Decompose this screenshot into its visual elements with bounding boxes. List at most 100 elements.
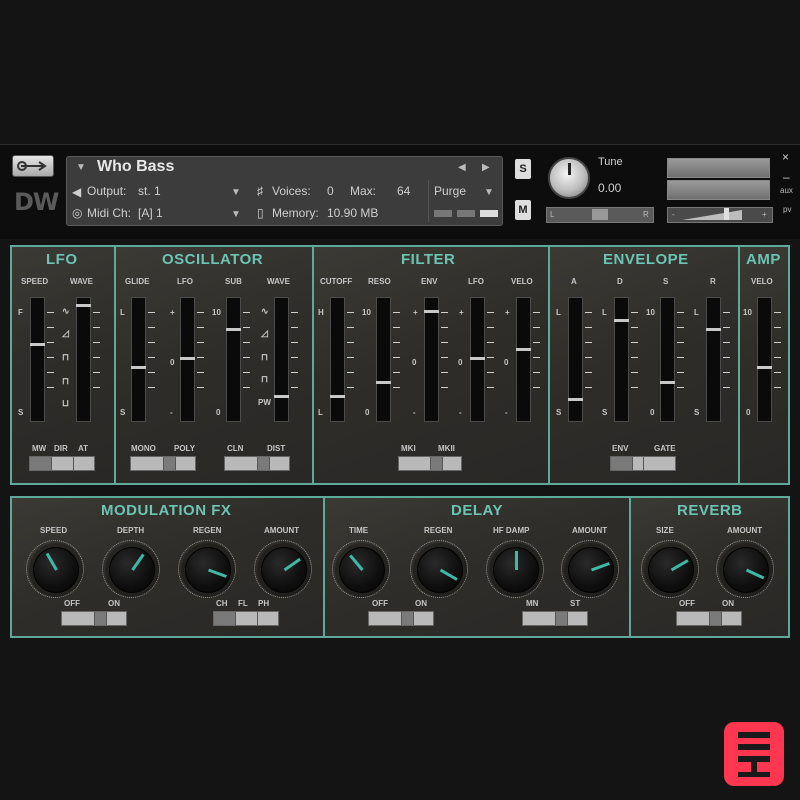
tick-marks [93, 312, 100, 402]
knob-indicator [515, 551, 518, 570]
reverb-amount-knob[interactable] [723, 547, 769, 593]
osc-lfo-mid: 0 [170, 358, 175, 367]
lfo-wave-slider[interactable] [76, 297, 91, 422]
mod-regen-knob[interactable] [185, 547, 231, 593]
pan-handle[interactable] [592, 209, 608, 220]
slider-handle[interactable] [76, 304, 91, 307]
delay-hfdamp-knob[interactable] [493, 547, 539, 593]
slider-handle[interactable] [706, 328, 721, 331]
slider-handle[interactable] [757, 366, 772, 369]
purge-dropdown-icon[interactable]: ▼ [484, 187, 494, 198]
mod-amount-knob[interactable] [261, 547, 307, 593]
mki-label: MKI [401, 444, 416, 453]
slider-handle[interactable] [131, 366, 146, 369]
tick-marks [197, 312, 204, 402]
pan-slider[interactable]: L R [546, 207, 654, 223]
mod-fx-on-off-switch[interactable] [61, 611, 127, 626]
reverb-size-knob[interactable] [648, 547, 694, 593]
wrench-icon[interactable] [12, 155, 54, 177]
mono-label: MONO [131, 444, 156, 453]
tune-knob[interactable] [548, 157, 590, 199]
wave-square-icon: ⊓ [62, 352, 70, 362]
slider-handle[interactable] [516, 348, 531, 351]
decay-bottom: S [602, 408, 608, 417]
env-r-label: R [710, 277, 716, 286]
filter-reso-slider[interactable] [376, 297, 391, 422]
wave-sine-icon: ∿ [62, 306, 70, 316]
volume-handle[interactable] [724, 208, 729, 220]
tick-marks [585, 312, 592, 402]
flt-lfo-mid: 0 [458, 358, 463, 367]
mod-type-switch[interactable] [213, 611, 279, 626]
lfo-speed-slider[interactable] [30, 297, 45, 422]
oscillator-title: OSCILLATOR [162, 251, 264, 268]
flt-velo-mid: 0 [504, 358, 509, 367]
minimize-icon[interactable]: – [783, 170, 790, 184]
voices-icon: ♯ [257, 184, 263, 198]
slider-handle[interactable] [330, 395, 345, 398]
osc-sub-slider[interactable] [226, 297, 241, 422]
env-release-slider[interactable] [706, 297, 721, 422]
slider-handle[interactable] [226, 328, 241, 331]
output-value[interactable]: st. 1 [138, 184, 161, 198]
close-icon[interactable]: × [782, 150, 789, 164]
env-gate-switch[interactable] [610, 456, 676, 471]
filter-lfo-slider[interactable] [470, 297, 485, 422]
delay-on-off-switch[interactable] [368, 611, 434, 626]
env-attack-slider[interactable] [568, 297, 583, 422]
filter-env-slider[interactable] [424, 297, 439, 422]
midi-dropdown-icon[interactable]: ▼ [231, 209, 241, 220]
filter-type-switch[interactable] [398, 456, 462, 471]
env-decay-slider[interactable] [614, 297, 629, 422]
lfo-mod-switch[interactable] [29, 456, 95, 471]
prev-arrow-icon[interactable]: ◀ [458, 162, 466, 173]
slider-handle[interactable] [376, 381, 391, 384]
slider-handle[interactable] [424, 310, 439, 313]
delay-regen-knob[interactable] [417, 547, 463, 593]
mod-depth-knob[interactable] [109, 547, 155, 593]
delay-mn-label: MN [526, 599, 539, 608]
osc-lfo-slider[interactable] [180, 297, 195, 422]
cln-label: CLN [227, 444, 244, 453]
delay-stereo-switch[interactable] [522, 611, 588, 626]
aux-label[interactable]: aux [780, 186, 793, 195]
osc-glide-slider[interactable] [131, 297, 146, 422]
logo-icon [738, 732, 770, 777]
cln-dist-switch[interactable] [224, 456, 290, 471]
env-sustain-slider[interactable] [660, 297, 675, 422]
tick-marks [774, 312, 781, 402]
slider-handle[interactable] [30, 343, 45, 346]
filter-cutoff-slider[interactable] [330, 297, 345, 422]
purge-meter-3 [480, 210, 498, 217]
midi-channel-value[interactable]: [A] 1 [138, 206, 163, 220]
flt-velo-top: + [505, 308, 510, 317]
slider-handle[interactable] [180, 357, 195, 360]
reverb-on-off-switch[interactable] [676, 611, 742, 626]
delay-time-knob[interactable] [339, 547, 385, 593]
chevron-down-icon[interactable]: ▼ [76, 162, 86, 173]
slider-handle[interactable] [568, 398, 583, 401]
delay-amount-knob[interactable] [568, 547, 614, 593]
tick-marks [441, 312, 448, 402]
slider-handle[interactable] [470, 357, 485, 360]
pv-label[interactable]: pv [783, 205, 791, 214]
osc-wave-slider[interactable] [274, 297, 289, 422]
filter-velo-slider[interactable] [516, 297, 531, 422]
slider-handle[interactable] [614, 319, 629, 322]
mod-speed-knob[interactable] [33, 547, 79, 593]
tick-marks [291, 312, 298, 402]
volume-slider[interactable]: - + [667, 207, 773, 223]
lfo-at-label: AT [78, 444, 89, 453]
slider-handle[interactable] [660, 381, 675, 384]
output-dropdown-icon[interactable]: ▼ [231, 187, 241, 198]
purge-button[interactable]: Purge [434, 184, 466, 198]
mono-poly-switch[interactable] [130, 456, 196, 471]
next-arrow-icon[interactable]: ▶ [482, 162, 490, 173]
mute-button[interactable]: M [515, 200, 531, 220]
amp-velo-slider[interactable] [757, 297, 772, 422]
instrument-title[interactable]: Who Bass [97, 158, 174, 176]
tick-marks [347, 312, 354, 402]
max-voices-value[interactable]: 64 [397, 184, 410, 198]
solo-button[interactable]: S [515, 159, 531, 179]
slider-handle[interactable] [274, 395, 289, 398]
